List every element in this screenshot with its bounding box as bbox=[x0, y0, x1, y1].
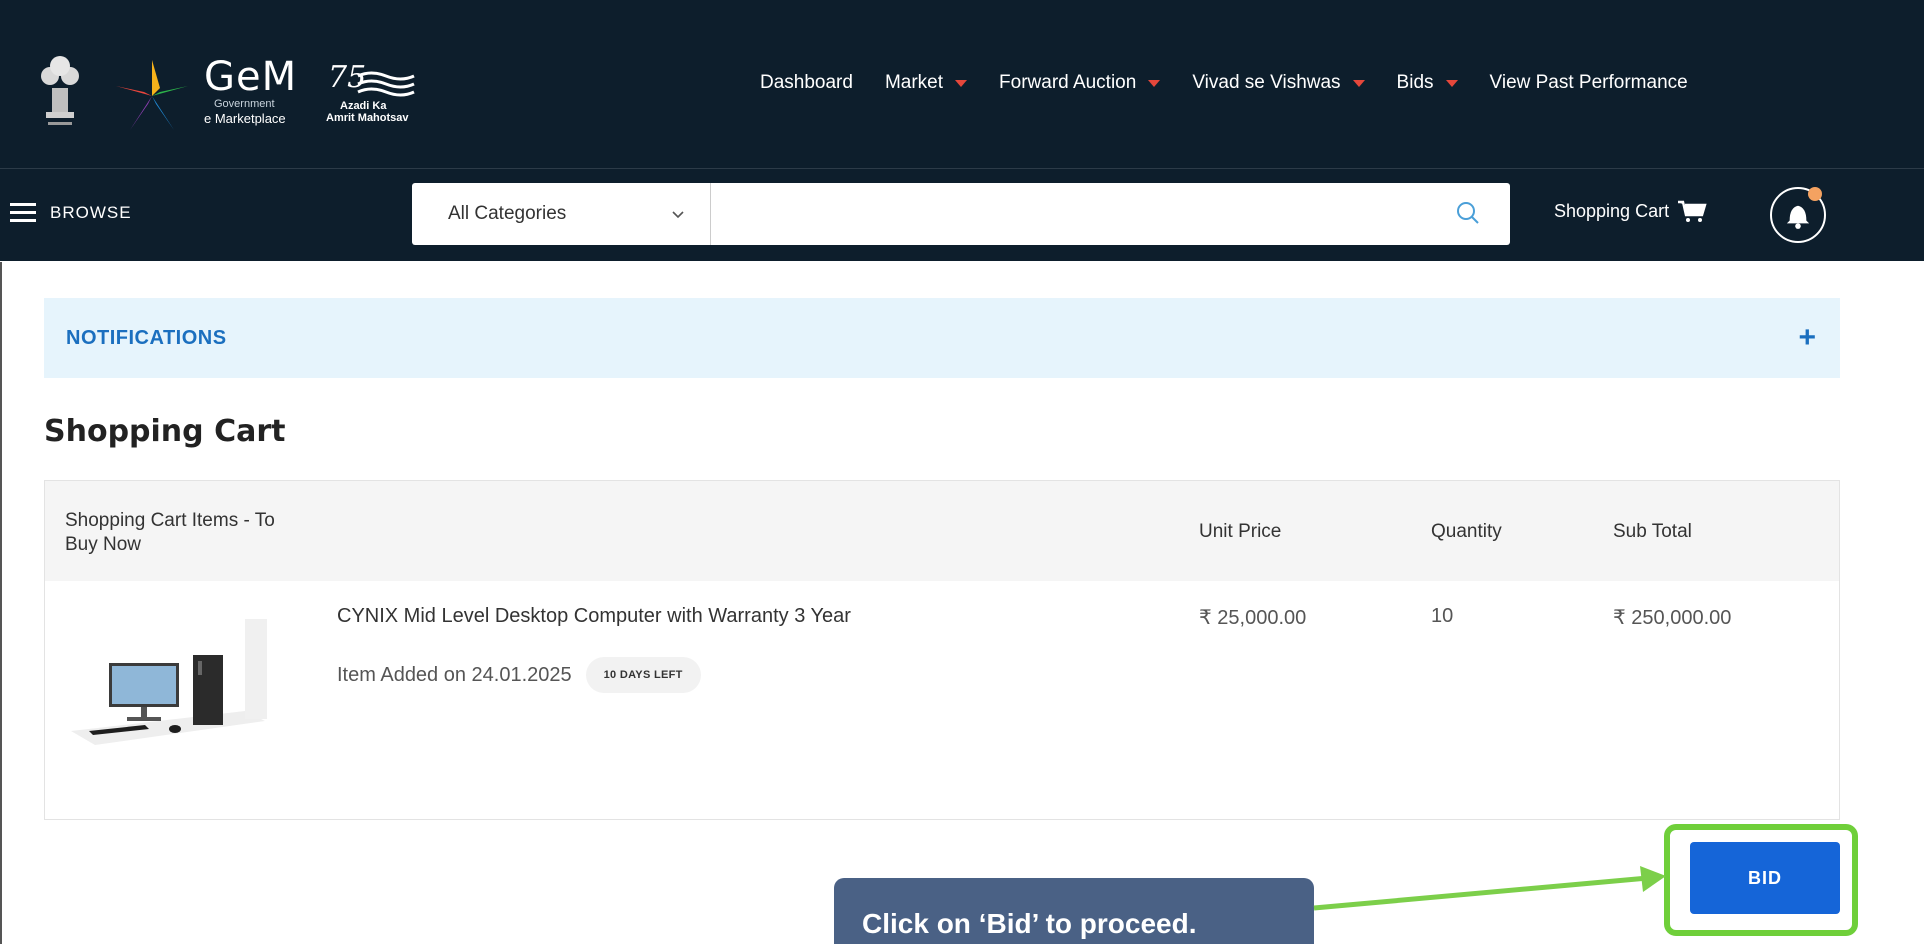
search-input[interactable] bbox=[710, 183, 1510, 245]
page-title: Shopping Cart bbox=[44, 414, 286, 449]
search-bar-row: BROWSE All Categories Shopping Cart bbox=[0, 169, 1924, 261]
notifications-panel[interactable]: NOTIFICATIONS + bbox=[44, 298, 1840, 378]
azadi-line1: Azadi Ka bbox=[340, 100, 387, 112]
nav-label: Dashboard bbox=[760, 72, 853, 93]
column-header-sub-total: Sub Total bbox=[1613, 521, 1692, 542]
item-name-link[interactable]: CYNIX Mid Level Desktop Computer with Wa… bbox=[337, 605, 851, 628]
flag-waves-icon bbox=[357, 71, 415, 97]
chevron-down-icon bbox=[672, 211, 684, 219]
nav-market[interactable]: Market bbox=[884, 72, 968, 94]
nav-vivad-se-vishwas[interactable]: Vivad se Vishwas bbox=[1192, 72, 1365, 94]
cart-table-header: Shopping Cart Items - To Buy Now Unit Pr… bbox=[45, 481, 1839, 581]
expand-plus-icon[interactable]: + bbox=[1798, 321, 1816, 355]
days-left-badge: 10 DAYS LEFT bbox=[585, 657, 701, 693]
item-quantity: 10 bbox=[1431, 605, 1454, 627]
main-nav: Dashboard Market Forward Auction Vivad s… bbox=[760, 68, 1720, 98]
caret-down-icon bbox=[1352, 79, 1365, 87]
nav-view-past-performance[interactable]: View Past Performance bbox=[1490, 72, 1688, 94]
item-sub-total: ₹ 250,000.00 bbox=[1613, 607, 1732, 629]
notification-badge-dot bbox=[1808, 187, 1822, 201]
content-left-border bbox=[0, 262, 2, 944]
column-header-quantity: Quantity bbox=[1431, 521, 1502, 542]
search-icon[interactable] bbox=[1454, 199, 1482, 227]
caret-down-icon bbox=[1445, 79, 1458, 87]
item-added-info: Item Added on 24.01.2025 10 DAYS LEFT bbox=[337, 657, 701, 693]
item-unit-price: ₹ 25,000.00 bbox=[1199, 607, 1307, 629]
notifications-title: NOTIFICATIONS bbox=[66, 326, 227, 349]
azadi-line2: Amrit Mahotsav bbox=[326, 112, 409, 124]
column-header-items: Shopping Cart Items - To Buy Now bbox=[65, 510, 275, 555]
category-selected-value: All Categories bbox=[448, 203, 567, 224]
bid-button[interactable]: BID bbox=[1690, 842, 1840, 914]
nav-dashboard[interactable]: Dashboard bbox=[760, 72, 853, 94]
shopping-cart-label: Shopping Cart bbox=[1554, 200, 1670, 221]
nav-forward-auction[interactable]: Forward Auction bbox=[999, 72, 1161, 94]
shopping-cart-link[interactable]: Shopping Cart bbox=[1554, 199, 1707, 223]
gem-brand-line2: e Marketplace bbox=[204, 111, 286, 126]
cart-table: Shopping Cart Items - To Buy Now Unit Pr… bbox=[44, 480, 1840, 820]
nav-label: Bids bbox=[1396, 72, 1434, 93]
hamburger-menu-icon[interactable] bbox=[10, 203, 36, 223]
gem-brand[interactable]: GeM Government e Marketplace bbox=[204, 56, 297, 126]
gem-logo-icon bbox=[116, 60, 188, 130]
cart-icon bbox=[1678, 200, 1707, 222]
nav-bids[interactable]: Bids bbox=[1397, 72, 1458, 94]
item-added-date: Item Added on 24.01.2025 bbox=[337, 663, 572, 686]
national-emblem-icon bbox=[41, 56, 79, 125]
nav-label: Forward Auction bbox=[999, 72, 1137, 93]
category-select[interactable]: All Categories bbox=[412, 183, 710, 245]
nav-label: Vivad se Vishwas bbox=[1192, 72, 1341, 93]
instruction-callout: Click on ‘Bid’ to proceed. bbox=[834, 878, 1314, 944]
column-header-unit-price: Unit Price bbox=[1199, 521, 1282, 542]
browse-button[interactable]: BROWSE bbox=[50, 203, 132, 223]
gem-brand-title: GeM bbox=[204, 54, 298, 100]
caret-down-icon bbox=[1148, 79, 1161, 87]
product-image[interactable] bbox=[65, 611, 269, 761]
nav-label: Market bbox=[884, 72, 944, 93]
azadi-logo: 75 Azadi Ka Amrit Mahotsav bbox=[326, 60, 456, 130]
caret-down-icon bbox=[955, 79, 968, 87]
nav-label: View Past Performance bbox=[1489, 72, 1688, 93]
top-header: GeM Government e Marketplace 75 Azadi Ka… bbox=[0, 0, 1924, 169]
